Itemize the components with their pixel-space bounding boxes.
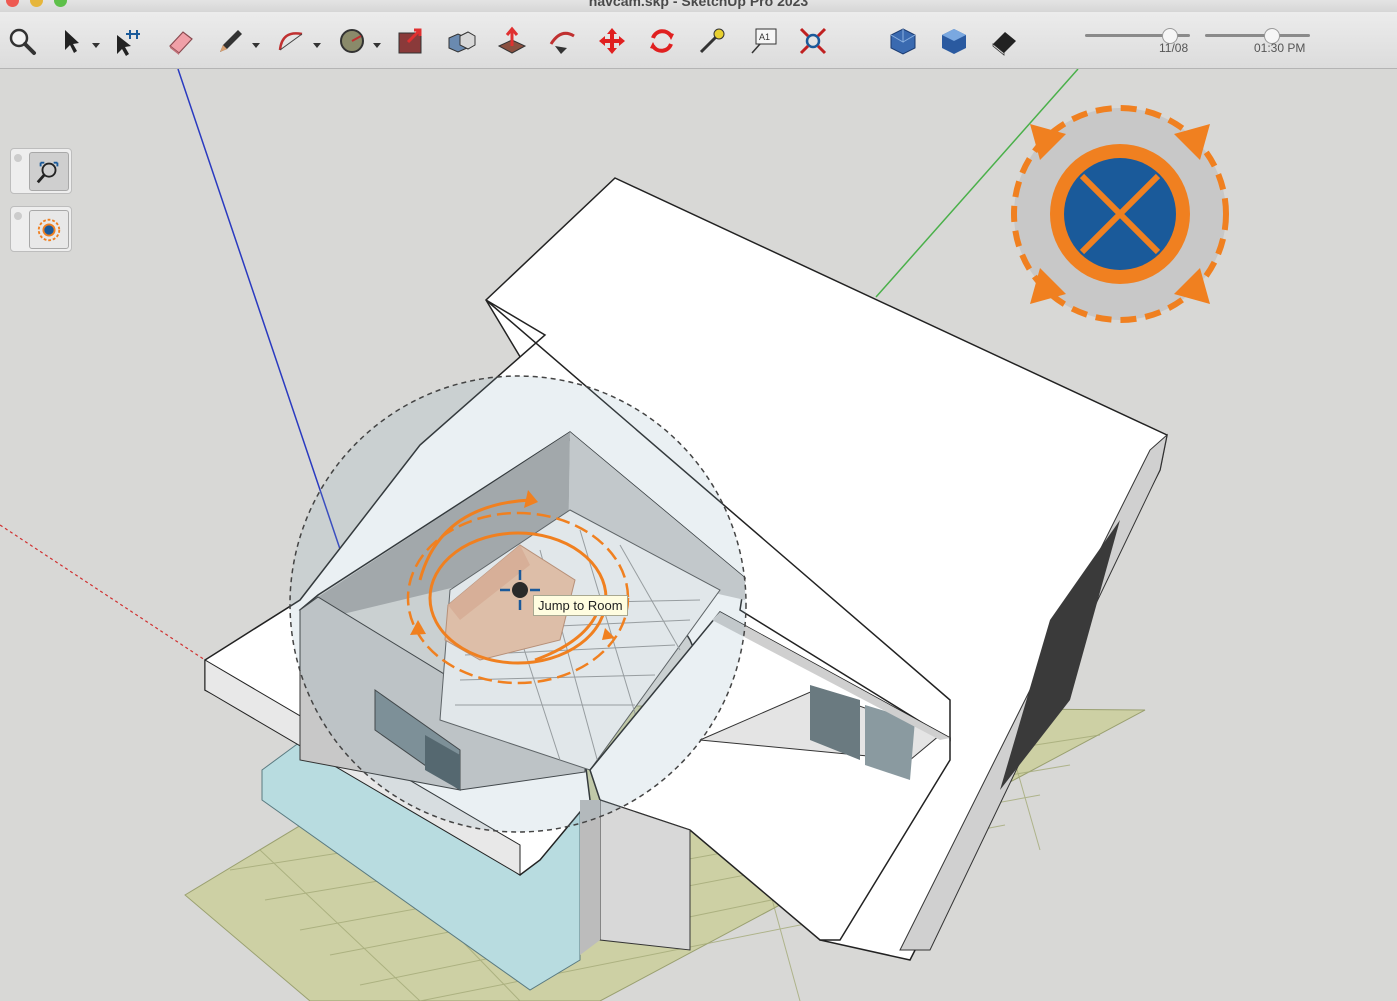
- jump-to-room-tooltip: Jump to Room: [533, 595, 628, 616]
- follow-me-icon[interactable]: [547, 26, 577, 56]
- select-dropdown-caret[interactable]: [91, 37, 101, 48]
- zoom-icon[interactable]: [7, 26, 37, 56]
- window-title: navcam.skp - SketchUp Pro 2023: [588, 0, 809, 9]
- zoom-tool-panel: [10, 148, 72, 194]
- title-bar: navcam.skp - SketchUp Pro 2023: [0, 0, 1397, 12]
- text-tool-glyph: A1: [759, 32, 770, 42]
- select-icon[interactable]: [56, 26, 86, 56]
- circle-dropdown-caret[interactable]: [372, 37, 382, 48]
- pencil-dropdown-caret[interactable]: [251, 37, 261, 48]
- push-pull-icon[interactable]: [497, 26, 527, 56]
- arc-dropdown-caret[interactable]: [312, 37, 322, 48]
- shadow-date-label: 11/08: [1159, 41, 1189, 55]
- room-focus-sphere: [289, 375, 747, 833]
- arc-icon[interactable]: [276, 26, 306, 56]
- navcam-logo-icon: [1008, 102, 1232, 326]
- eraser-view-icon[interactable]: [989, 26, 1019, 56]
- navigation-tool-panel: [10, 206, 72, 252]
- move-icon[interactable]: [597, 26, 627, 56]
- iso-view-icon[interactable]: [939, 26, 969, 56]
- shadow-time-slider[interactable]: [1205, 34, 1310, 37]
- panel-grip[interactable]: [14, 154, 22, 162]
- panel-grip[interactable]: [14, 212, 22, 220]
- components-icon[interactable]: [446, 26, 476, 56]
- main-toolbar: A1 11/08 01:30 PM: [0, 12, 1397, 69]
- zoom-extents-icon[interactable]: [798, 26, 828, 56]
- box-view-icon[interactable]: [888, 26, 918, 56]
- multi-select-icon[interactable]: [110, 26, 140, 56]
- red-axis: [0, 524, 206, 661]
- rotate-icon[interactable]: [647, 26, 677, 56]
- eraser-icon[interactable]: [165, 26, 195, 56]
- push-pull-box-icon[interactable]: [396, 26, 426, 56]
- shadow-time-label: 01:30 PM: [1254, 41, 1306, 55]
- zoom-window-icon[interactable]: [29, 152, 69, 191]
- blue-axis: [177, 69, 343, 556]
- tape-measure-icon[interactable]: [697, 26, 727, 56]
- circle-icon[interactable]: [337, 26, 367, 56]
- text-icon[interactable]: A1: [748, 26, 778, 56]
- navcam-icon[interactable]: [29, 210, 69, 249]
- model-viewport[interactable]: Jump to Room: [0, 69, 1397, 1001]
- pencil-icon[interactable]: [215, 26, 245, 56]
